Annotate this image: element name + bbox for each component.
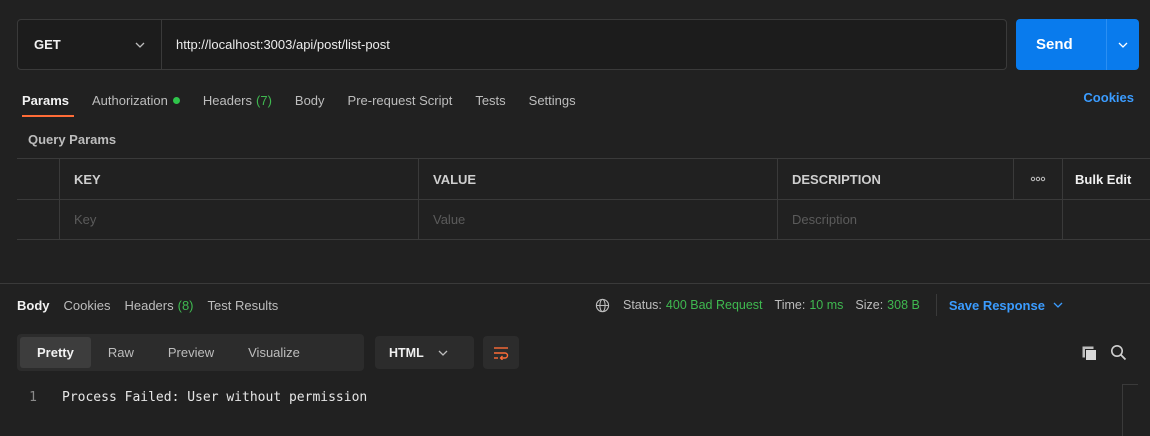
send-button[interactable]: Send [1016,19,1139,70]
wrap-lines-button[interactable] [483,336,519,369]
tab-body[interactable]: Body [295,93,325,108]
view-pretty-button[interactable]: Pretty [20,337,91,368]
method-label: GET [34,37,61,52]
more-horizontal-icon [1030,176,1046,182]
globe-icon[interactable] [595,298,610,313]
save-response-label: Save Response [948,297,1045,313]
description-input[interactable]: Description [778,200,1063,239]
column-header-key: KEY [60,159,419,199]
query-params-title: Query Params [28,132,117,147]
column-header-description: DESCRIPTION [778,159,1014,199]
url-input[interactable]: http://localhost:3003/api/post/list-post [162,20,1006,69]
tab-label: Test Results [207,297,279,313]
tab-response-body[interactable]: Body [17,298,50,313]
response-text: Process Failed: User without permission [62,390,368,405]
value-input[interactable]: Value [419,200,778,239]
tab-count: (7) [256,92,272,108]
more-options-button[interactable] [1014,159,1063,199]
panel-divider[interactable] [0,283,1150,284]
tab-tests[interactable]: Tests [475,93,505,108]
tab-label: Pre-request Script [347,92,453,108]
tab-label: Headers [202,92,253,108]
tab-test-results[interactable]: Test Results [208,298,279,313]
view-raw-button[interactable]: Raw [91,337,151,368]
url-text: http://localhost:3003/api/post/list-post [176,37,390,52]
request-bar: GET http://localhost:3003/api/post/list-… [17,19,1007,70]
time-label: Time: [774,298,806,312]
key-input[interactable]: Key [60,200,419,239]
view-mode-toggle: Pretty Raw Preview Visualize [17,334,364,371]
time-value: 10 ms [809,298,844,312]
response-body-editor[interactable]: 1 Process Failed: User without permissio… [17,390,367,405]
format-label: HTML [389,345,424,360]
size-value: 308 B [887,298,920,312]
tab-label: Settings [528,92,576,108]
table-row: Key Value Description [17,199,1150,240]
tab-params[interactable]: Params [22,93,69,108]
tab-label: Params [22,92,69,108]
column-header-value: VALUE [419,159,778,199]
tab-label: Headers [124,297,174,313]
tab-authorization[interactable]: Authorization [92,93,180,108]
tab-response-headers[interactable]: Headers (8) [124,298,193,313]
size-label: Size: [855,298,884,312]
cookies-link[interactable]: Cookies [1083,90,1134,105]
line-number: 1 [29,390,37,405]
tab-pre-request-script[interactable]: Pre-request Script [348,93,453,108]
row-checkbox-cell [17,200,60,239]
status-divider [935,294,937,316]
send-options-button[interactable] [1107,38,1139,52]
tab-label: Cookies [63,297,111,313]
table-header-row: KEY VALUE DESCRIPTION Bulk Edit [17,158,1150,199]
status-value: 400 Bad Request [665,298,763,312]
copy-icon[interactable] [1082,346,1097,361]
editor-scrollbar[interactable] [1122,384,1138,436]
response-tabs: Body Cookies Headers (8) Test Results [17,296,292,314]
method-select[interactable]: GET [18,20,162,69]
tab-count: (8) [177,297,194,313]
active-tab-indicator [22,115,74,117]
bulk-edit-button[interactable]: Bulk Edit [1063,159,1150,199]
tab-label: Body [17,297,50,313]
send-label: Send [1036,36,1073,53]
wrap-lines-icon [494,346,509,360]
status-dot-icon [172,96,180,104]
request-tabs: Params Authorization Headers (7) Body Pre… [22,90,599,110]
format-select[interactable]: HTML [375,336,474,369]
row-checkbox-cell [17,159,60,199]
status-label: Status: [623,298,662,312]
row-spacer [1063,200,1150,239]
query-params-table: KEY VALUE DESCRIPTION Bulk Edit Key Valu… [17,158,1150,240]
view-preview-button[interactable]: Preview [151,337,231,368]
tab-label: Authorization [91,92,168,108]
chevron-down-icon [1118,42,1128,48]
tab-response-cookies[interactable]: Cookies [64,298,111,313]
response-status-bar: Status: 400 Bad Request Time: 10 ms Size… [595,294,1065,316]
tab-headers[interactable]: Headers (7) [203,93,272,108]
save-response-button[interactable]: Save Response [949,298,1065,313]
tab-label: Tests [475,92,506,108]
tab-label: Body [294,92,325,108]
view-visualize-button[interactable]: Visualize [231,337,317,368]
chevron-down-icon [438,350,448,356]
chevron-down-icon [135,42,145,48]
search-icon[interactable] [1110,344,1127,361]
chevron-down-icon [1053,302,1063,308]
tab-settings[interactable]: Settings [529,93,576,108]
